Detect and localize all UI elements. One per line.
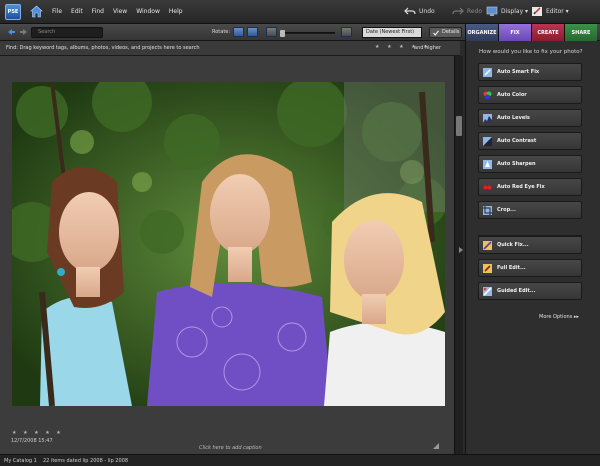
- crop-icon: [483, 206, 492, 215]
- more-options-link[interactable]: More Options ▸▸: [539, 314, 579, 320]
- redo-button[interactable]: Redo: [452, 6, 482, 17]
- small-thumbnails-button[interactable]: [266, 27, 277, 37]
- find-bar-text: Find: Drag keyword tags, albums, photos,…: [6, 45, 200, 51]
- rotate-right-button[interactable]: [247, 27, 258, 37]
- thumbnail-size-slider[interactable]: [280, 30, 335, 37]
- tab-fix[interactable]: FIX: [498, 24, 531, 41]
- forward-arrow-icon[interactable]: [19, 27, 29, 37]
- button-label: Auto Levels: [497, 115, 530, 121]
- button-label: Full Edit...: [497, 265, 526, 271]
- crop-button[interactable]: Crop...: [478, 201, 582, 219]
- sort-order-select[interactable]: Date (Newest First): [362, 27, 422, 38]
- button-label: Auto Contrast: [497, 138, 537, 144]
- quick-fix-icon: [483, 241, 492, 250]
- main-menu: File Edit Find View Window Help: [52, 8, 183, 15]
- menu-edit[interactable]: Edit: [71, 8, 83, 15]
- menu-find[interactable]: Find: [92, 8, 104, 15]
- menu-view[interactable]: View: [113, 8, 127, 15]
- button-label: Auto Smart Fix: [497, 69, 540, 75]
- rotate-label: Rotate:: [212, 29, 231, 35]
- color-icon: [483, 91, 492, 100]
- full-edit-icon: [483, 264, 492, 273]
- rotate-left-button[interactable]: [233, 27, 244, 37]
- workspace-tabs: ORGANIZE FIX CREATE SHARE: [465, 24, 597, 41]
- home-icon[interactable]: [30, 5, 43, 18]
- full-edit-button[interactable]: Full Edit...: [478, 259, 582, 277]
- editor-label: Editor ▾: [546, 8, 569, 15]
- catalog-name[interactable]: My Catalog 1: [4, 458, 37, 464]
- auto-red-eye-fix-button[interactable]: Auto Red Eye Fix: [478, 178, 582, 196]
- menu-file[interactable]: File: [52, 8, 62, 15]
- auto-sharpen-button[interactable]: Auto Sharpen: [478, 155, 582, 173]
- sharpen-icon: [483, 160, 492, 169]
- red-eye-icon: [483, 185, 492, 190]
- app-logo: PSE: [5, 4, 21, 20]
- levels-icon: [483, 114, 492, 123]
- menu-window[interactable]: Window: [136, 8, 160, 15]
- guided-edit-button[interactable]: Guided Edit...: [478, 282, 582, 300]
- button-label: Guided Edit...: [497, 288, 536, 294]
- editor-menu[interactable]: Editor ▾: [531, 6, 569, 17]
- photo-preview[interactable]: [12, 82, 445, 406]
- menu-help[interactable]: Help: [169, 8, 183, 15]
- auto-contrast-button[interactable]: Auto Contrast: [478, 132, 582, 150]
- browser-scrollbar[interactable]: [454, 56, 463, 454]
- contrast-icon: [483, 137, 492, 146]
- button-label: Auto Sharpen: [497, 161, 536, 167]
- auto-levels-button[interactable]: Auto Levels: [478, 109, 582, 127]
- auto-smart-fix-button[interactable]: Auto Smart Fix: [478, 63, 582, 81]
- resize-corner-icon[interactable]: [433, 443, 439, 449]
- fix-panel-question: How would you like to fix your photo?: [479, 49, 583, 55]
- undo-label: Undo: [419, 8, 435, 15]
- undo-icon: [404, 7, 416, 15]
- photo-date: 12/7/2008 15:47: [11, 438, 53, 444]
- button-label: Auto Color: [497, 92, 527, 98]
- caption-field[interactable]: Click here to add caption: [199, 445, 262, 451]
- menu-bar: PSE File Edit Find View Window Help Undo…: [0, 0, 600, 24]
- display-label: Display ▾: [501, 8, 529, 15]
- items-count: 22 items dated lip 2008 - lip 2008: [43, 458, 128, 464]
- search-input[interactable]: Search: [31, 27, 103, 38]
- button-label: Crop...: [497, 207, 516, 213]
- auto-color-button[interactable]: Auto Color: [478, 86, 582, 104]
- redo-label: Redo: [467, 8, 483, 15]
- editor-icon: [532, 7, 542, 16]
- tab-share[interactable]: SHARE: [564, 24, 597, 41]
- photo-image: [12, 82, 445, 406]
- display-menu[interactable]: Display ▾: [486, 6, 528, 17]
- display-icon: [486, 6, 498, 16]
- back-arrow-icon[interactable]: [6, 27, 16, 37]
- scrollbar-thumb[interactable]: [456, 116, 462, 136]
- button-label: Auto Red Eye Fix: [497, 184, 545, 190]
- find-bar[interactable]: Find: Drag keyword tags, albums, photos,…: [0, 41, 460, 56]
- tab-organize[interactable]: ORGANIZE: [465, 24, 498, 41]
- details-toggle[interactable]: Details: [429, 27, 462, 38]
- single-photo-view-button[interactable]: [341, 27, 352, 37]
- collapse-panel-icon[interactable]: [458, 246, 464, 254]
- checkmark-icon: [433, 30, 439, 36]
- tab-create[interactable]: CREATE: [531, 24, 564, 41]
- smart-fix-icon: [483, 68, 492, 77]
- slider-knob[interactable]: [280, 30, 285, 37]
- rating-filter-label: and higher: [414, 45, 442, 51]
- fix-panel: How would you like to fix your photo? Au…: [465, 41, 600, 454]
- undo-button[interactable]: Undo: [404, 6, 435, 17]
- status-bar: My Catalog 1 22 items dated lip 2008 - l…: [0, 454, 600, 466]
- photo-rating-stars[interactable]: ★ ★ ★ ★ ★: [12, 430, 63, 436]
- guided-edit-icon: [483, 287, 492, 296]
- redo-icon: [452, 7, 464, 15]
- button-label: Quick Fix...: [497, 242, 529, 248]
- details-label: Details: [442, 29, 460, 35]
- quick-fix-button[interactable]: Quick Fix...: [478, 236, 582, 254]
